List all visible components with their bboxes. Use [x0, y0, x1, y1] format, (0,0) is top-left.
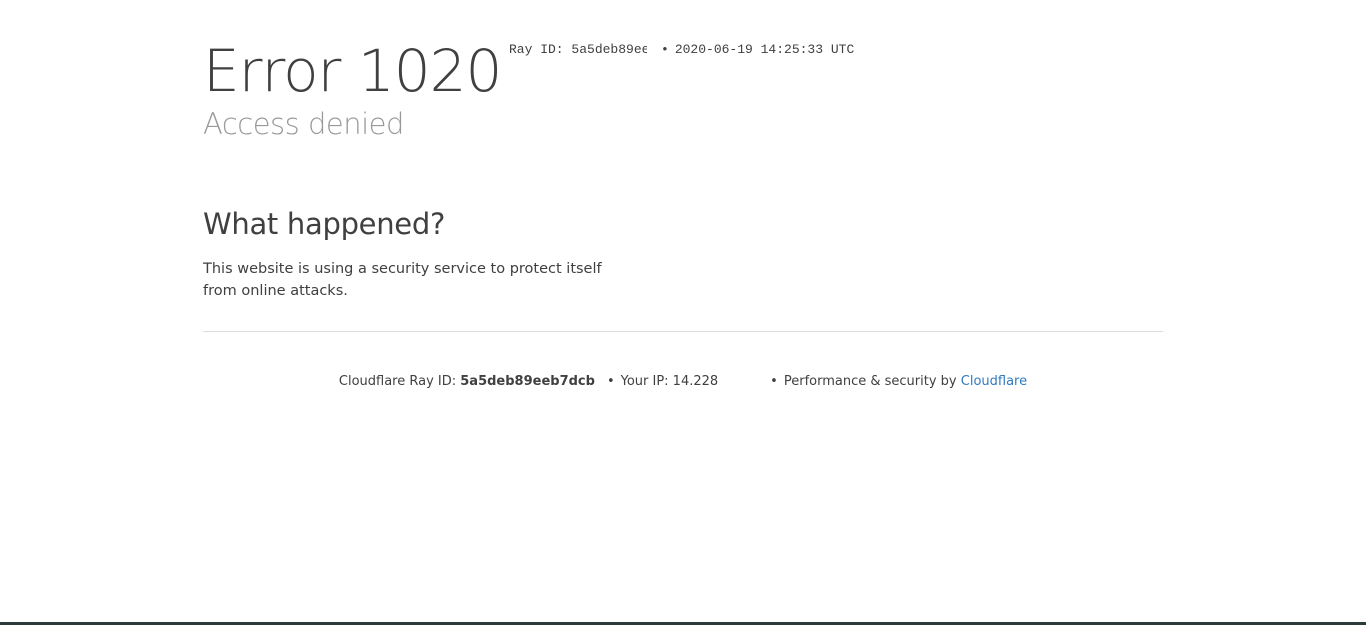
- meta-bullet: •: [661, 42, 669, 57]
- footer-perf-text: Performance & security by: [783, 374, 961, 389]
- footer-bullet: •: [606, 374, 615, 389]
- ray-id-label: Ray ID: 5a5deb89eeb7dcb: [509, 42, 647, 57]
- timestamp: 2020-06-19 14:25:33 UTC: [674, 42, 855, 57]
- error-page: Error 1020 Ray ID: 5a5deb89eeb7dcb • 2020-…: [0, 0, 1366, 625]
- error-header: Error 1020: [203, 37, 502, 105]
- footer: Cloudflare Ray ID: 5a5deb89eeb7dcb • Your …: [203, 373, 1163, 391]
- ray-meta: Ray ID: 5a5deb89eeb7dcb • 2020-06-19 14:25…: [509, 42, 854, 57]
- error-title: Error 1020: [203, 37, 502, 105]
- divider: [203, 331, 1163, 332]
- section-body: This website is using a security service…: [203, 261, 602, 299]
- footer-ray-prefix: Cloudflare Ray ID:: [338, 374, 461, 389]
- footer-bullet: •: [770, 374, 778, 389]
- section-title: What happened?: [203, 207, 446, 241]
- cloudflare-link[interactable]: Cloudflare: [961, 374, 1027, 389]
- footer-ray-value: 5a5deb89eeb7dcb: [460, 374, 595, 389]
- error-subtitle: Access denied: [203, 107, 404, 141]
- footer-ip: Your IP: 14.228: [620, 374, 719, 389]
